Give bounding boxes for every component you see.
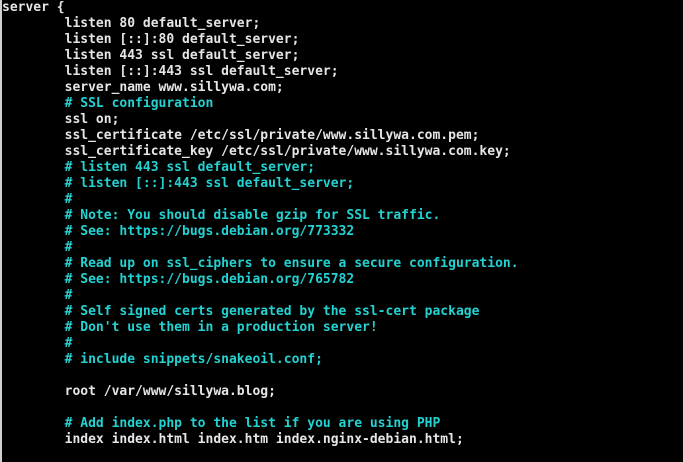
comment-line: # listen 443 ssl default_server;	[2, 160, 316, 175]
comment-line: # Don't use them in a production server!	[2, 320, 378, 335]
comment-line: # listen [::]:443 ssl default_server;	[2, 176, 355, 191]
comment-line: # Add index.php to the list if you are u…	[2, 416, 441, 431]
code-line: listen [::]:80 default_server;	[2, 32, 300, 47]
comment-line: # Read up on ssl_ciphers to ensure a sec…	[2, 256, 519, 271]
comment-line: # Note: You should disable gzip for SSL …	[2, 208, 441, 223]
comment-line: # Self signed certs generated by the ssl…	[2, 304, 480, 319]
comment-line: # See: https://bugs.debian.org/765782	[2, 272, 355, 287]
comment-line: #	[2, 288, 73, 303]
code-line: ssl_certificate /etc/ssl/private/www.sil…	[2, 128, 480, 143]
code-line: listen 80 default_server;	[2, 16, 261, 31]
terminal-window[interactable]: server { listen 80 default_server; liste…	[0, 0, 683, 462]
code-line: ssl_certificate_key /etc/ssl/private/www…	[2, 144, 511, 159]
comment-line: # See: https://bugs.debian.org/773332	[2, 224, 355, 239]
code-line: ssl on;	[2, 112, 120, 127]
code-line: server {	[2, 0, 65, 15]
comment-line: #	[2, 192, 73, 207]
code-line: index index.html index.htm index.nginx-d…	[2, 432, 464, 447]
code-line: root /var/www/sillywa.blog;	[2, 384, 276, 399]
comment-line: #	[2, 240, 73, 255]
comment-line: # include snippets/snakeoil.conf;	[2, 352, 323, 367]
comment-line: # SSL configuration	[2, 96, 214, 111]
comment-line: #	[2, 336, 73, 351]
code-line: server_name www.sillywa.com;	[2, 80, 284, 95]
code-line: listen [::]:443 ssl default_server;	[2, 64, 339, 79]
code-line: listen 443 ssl default_server;	[2, 48, 300, 63]
